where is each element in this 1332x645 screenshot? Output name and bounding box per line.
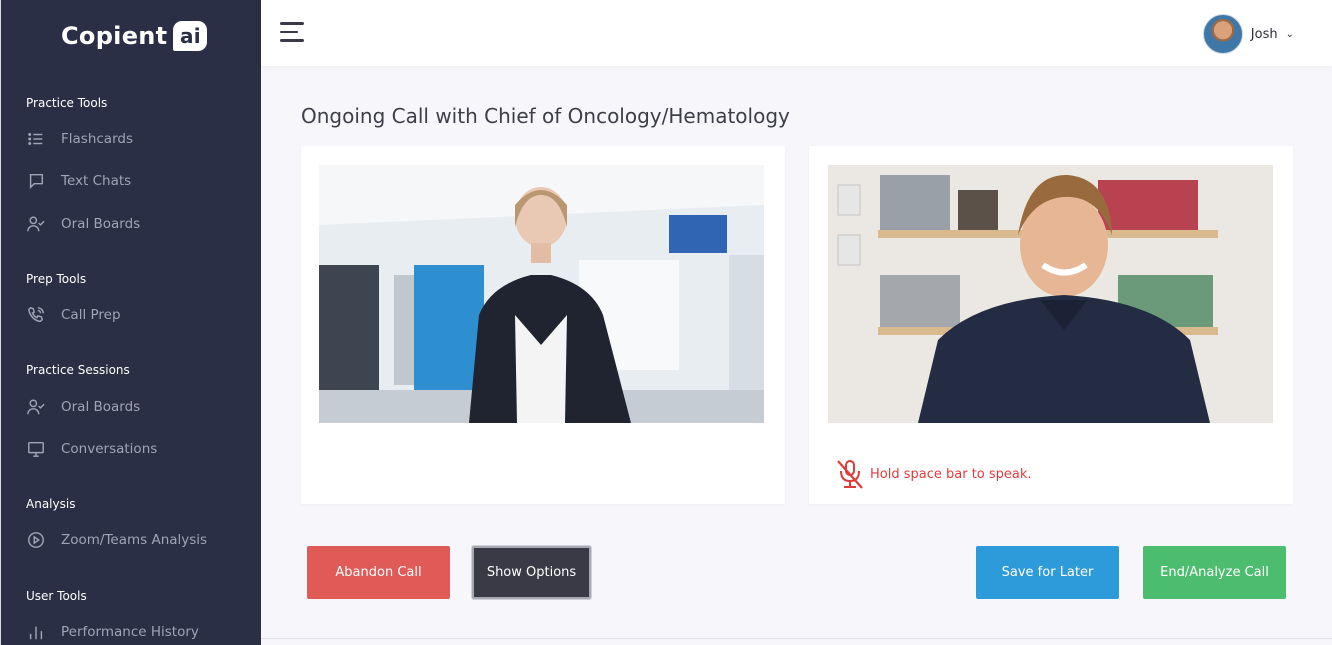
logo-badge: ai xyxy=(173,21,208,51)
page-title: Ongoing Call with Chief of Oncology/Hema… xyxy=(301,104,790,128)
sidebar-item-label: Flashcards xyxy=(61,131,133,147)
section-title-user-tools: User Tools xyxy=(26,589,87,603)
sidebar-item-text-chats[interactable]: Text Chats xyxy=(26,168,246,194)
sidebar: Copient ai Practice Tools Flashcards Tex… xyxy=(0,0,261,645)
sidebar-item-zoom-teams-analysis[interactable]: Zoom/Teams Analysis xyxy=(26,527,246,553)
section-title-practice-tools: Practice Tools xyxy=(26,96,108,110)
monitor-icon xyxy=(26,439,46,459)
sidebar-item-performance-history[interactable]: Performance History xyxy=(26,619,246,645)
phone-call-icon xyxy=(26,305,46,325)
chevron-down-icon: ⌄ xyxy=(1285,28,1294,40)
chat-icon xyxy=(26,171,46,191)
play-circle-icon xyxy=(26,530,46,550)
sidebar-item-label: Call Prep xyxy=(61,307,121,323)
sidebar-item-label: Oral Boards xyxy=(61,399,141,415)
sidebar-item-label: Performance History xyxy=(61,624,199,640)
sidebar-item-oral-boards-practice[interactable]: Oral Boards xyxy=(26,211,246,237)
hamburger-menu-icon[interactable] xyxy=(280,22,306,44)
user-check-icon xyxy=(26,397,46,417)
sidebar-item-call-prep[interactable]: Call Prep xyxy=(26,302,246,328)
avatar xyxy=(1202,14,1243,54)
section-title-analysis: Analysis xyxy=(26,497,76,511)
section-title-prep-tools: Prep Tools xyxy=(26,272,87,286)
sidebar-item-label: Text Chats xyxy=(61,173,132,189)
logo-text: Copient xyxy=(61,22,168,50)
abandon-call-button[interactable]: Abandon Call xyxy=(307,546,450,599)
office-scene-illustration xyxy=(828,165,1273,423)
save-for-later-button[interactable]: Save for Later xyxy=(976,546,1119,599)
list-icon xyxy=(26,129,46,149)
bar-chart-icon xyxy=(26,622,46,642)
show-options-button[interactable]: Show Options xyxy=(472,546,591,599)
microphone-status: Hold space bar to speak. xyxy=(835,458,1032,490)
app-logo[interactable]: Copient ai xyxy=(61,18,208,54)
user-camera-video xyxy=(828,165,1273,423)
mute-hint-text: Hold space bar to speak. xyxy=(870,466,1032,482)
user-menu[interactable]: Josh ⌄ xyxy=(1202,14,1294,54)
footer-divider xyxy=(261,638,1332,639)
sidebar-item-oral-boards-sessions[interactable]: Oral Boards xyxy=(26,394,246,420)
sidebar-item-label: Conversations xyxy=(61,441,158,457)
hospital-scene-illustration xyxy=(319,165,764,423)
user-check-icon xyxy=(26,214,46,234)
sidebar-item-label: Zoom/Teams Analysis xyxy=(61,532,208,548)
sidebar-item-conversations[interactable]: Conversations xyxy=(26,436,246,462)
sidebar-item-label: Oral Boards xyxy=(61,216,141,232)
microphone-off-icon xyxy=(837,460,863,489)
user-name: Josh xyxy=(1250,26,1278,42)
end-analyze-call-button[interactable]: End/Analyze Call xyxy=(1143,546,1286,599)
sidebar-item-flashcards[interactable]: Flashcards xyxy=(26,126,246,152)
ai-avatar-video xyxy=(319,165,764,423)
section-title-practice-sessions: Practice Sessions xyxy=(26,363,130,377)
top-bar: Josh ⌄ xyxy=(261,0,1332,66)
